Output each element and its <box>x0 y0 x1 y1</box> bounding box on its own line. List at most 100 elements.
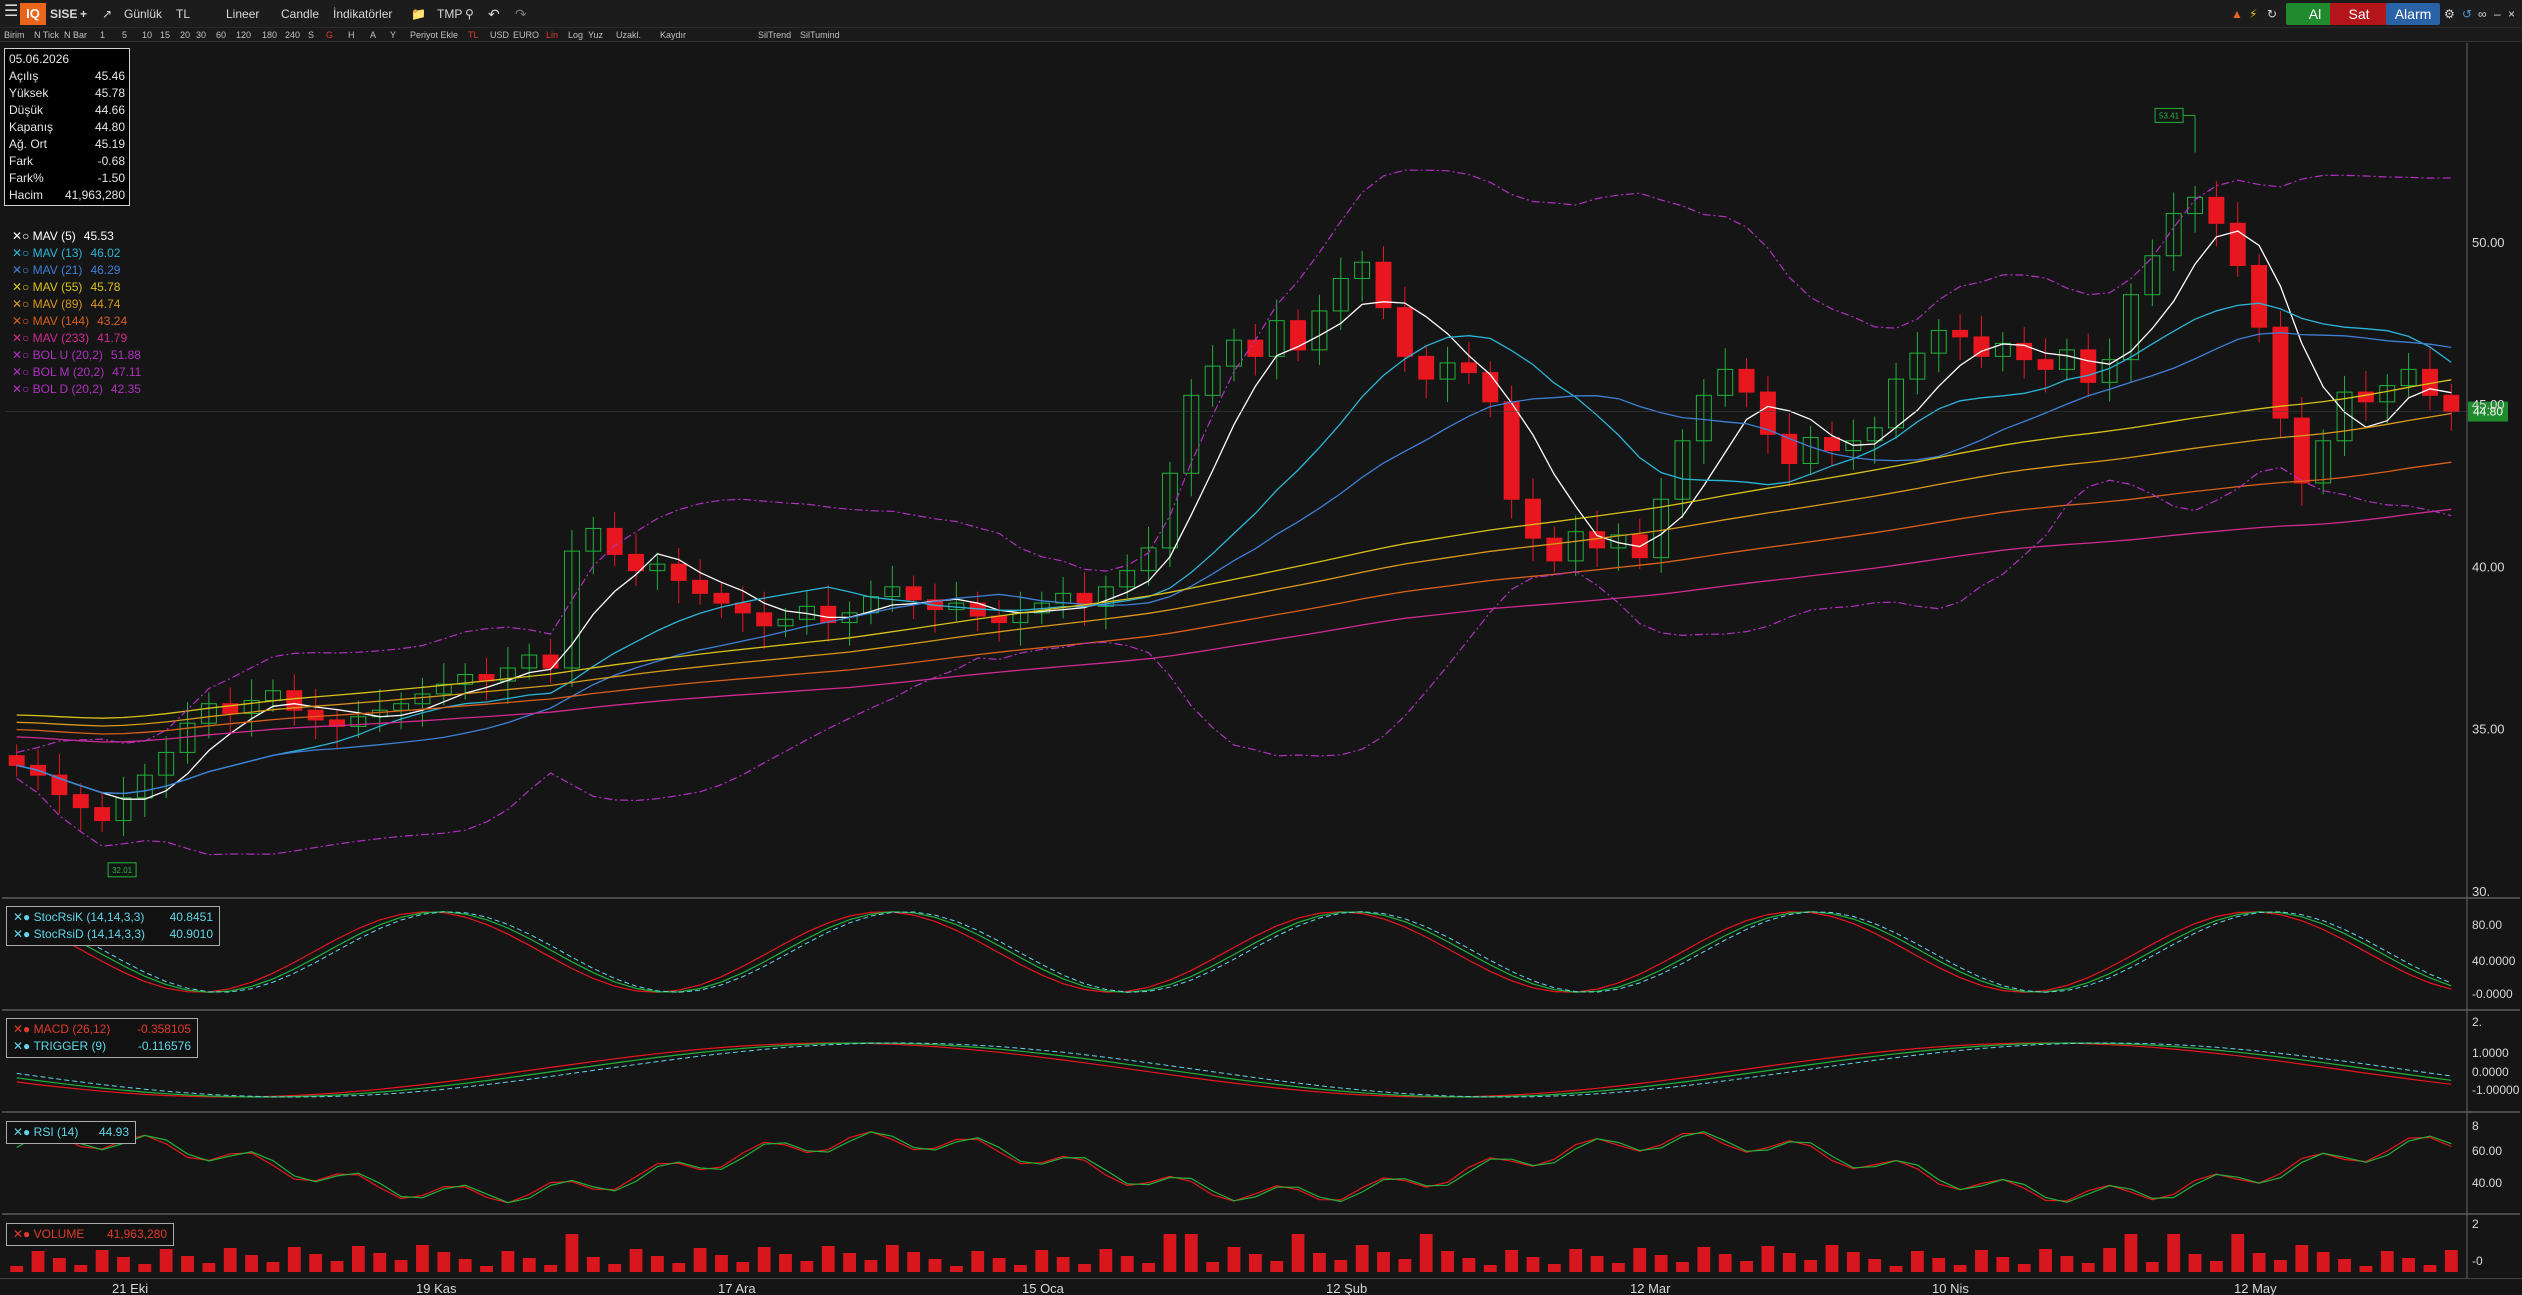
legend-row: ✕○ MAV (144) 43.24 <box>12 313 141 330</box>
candle-body <box>1525 498 1541 539</box>
volume-bar <box>2444 1250 2458 1272</box>
legend-row: ✕○ MAV (21) 46.29 <box>12 262 141 279</box>
indicator-axis-label: 2 <box>2472 1217 2479 1231</box>
info-value: -1.50 <box>97 171 125 185</box>
legend-label: MAV (13) <box>32 246 83 260</box>
volume-bar <box>2017 1264 2031 1272</box>
volume-bar <box>864 1260 878 1272</box>
volume-bar <box>2423 1265 2437 1272</box>
stoch-d-label: StocRsiD (14,14,3,3) <box>33 927 146 941</box>
macd-label: MACD (26,12) <box>33 1022 111 1036</box>
candle-body <box>1290 320 1307 351</box>
volume-bar <box>52 1258 66 1272</box>
volume-bar <box>287 1247 301 1272</box>
indicator-axis-label: -0 <box>2472 1254 2483 1268</box>
volume-bar <box>1676 1262 1689 1272</box>
candle-body <box>2251 264 2268 328</box>
volume-bar <box>2188 1254 2202 1272</box>
stoch-d-value: 40.9010 <box>169 927 213 941</box>
chart-canvas[interactable]: 44.8053.4132.0150.0045.0040.0035.0030.80… <box>0 0 2522 1295</box>
candle-body <box>1738 368 1755 393</box>
volume-bar <box>2124 1234 2138 1272</box>
volume-bar <box>1718 1254 1732 1272</box>
indicator-axis-label: 1.0000 <box>2472 1046 2509 1060</box>
remove-icon[interactable]: ✕○ <box>12 229 33 243</box>
remove-icon[interactable]: ✕● <box>13 1022 30 1036</box>
info-row: Yüksek 45.78 <box>9 85 125 102</box>
info-row: Düşük 44.66 <box>9 102 125 119</box>
volume-bar <box>416 1245 429 1272</box>
volume-bar <box>522 1258 536 1272</box>
volume-bar <box>1334 1260 1348 1272</box>
volume-bar <box>1975 1250 1988 1272</box>
volume-bar <box>1654 1255 1668 1272</box>
volume-bar <box>2380 1251 2394 1272</box>
remove-icon[interactable]: ✕○ <box>12 280 33 294</box>
candle-body <box>2272 326 2289 419</box>
volume-bar <box>672 1263 686 1272</box>
volume-bar <box>1355 1245 1369 1272</box>
volume-bar <box>1142 1263 1155 1272</box>
volume-bar <box>1740 1261 1753 1272</box>
remove-icon[interactable]: ✕● <box>13 1227 30 1241</box>
info-value: 45.78 <box>94 86 125 100</box>
volume-bar <box>1633 1248 1647 1272</box>
candle-body <box>1952 329 1969 338</box>
remove-icon[interactable]: ✕○ <box>12 331 33 345</box>
info-value: 45.46 <box>94 69 125 83</box>
remove-icon[interactable]: ✕● <box>13 1125 30 1139</box>
volume-bar <box>843 1253 856 1272</box>
volume-bar <box>1569 1249 1583 1272</box>
remove-icon[interactable]: ✕● <box>13 927 30 941</box>
volume-bar <box>2231 1234 2245 1272</box>
candle-body <box>713 592 730 604</box>
trigger-value: -0.116576 <box>137 1039 191 1053</box>
remove-icon[interactable]: ✕○ <box>12 348 33 362</box>
candle-body <box>734 602 751 614</box>
remove-icon[interactable]: ✕● <box>13 910 30 924</box>
volume-bar <box>1227 1247 1241 1272</box>
volume-bar <box>74 1265 88 1272</box>
legend-label: MAV (89) <box>32 297 83 311</box>
legend-label: BOL D (20,2) <box>32 382 103 396</box>
price-axis-label: 50.00 <box>2472 235 2505 250</box>
volume-bar <box>330 1261 344 1272</box>
info-label: Fark <box>9 154 33 168</box>
candle-body <box>2208 196 2225 224</box>
rsi-label: RSI (14) <box>33 1125 79 1139</box>
volume-bar <box>928 1259 942 1272</box>
info-row: Kapanış 44.80 <box>9 119 125 136</box>
info-value: 44.66 <box>94 103 125 117</box>
remove-icon[interactable]: ✕○ <box>12 314 33 328</box>
date-axis-label: 21 Eki <box>112 1281 149 1295</box>
volume-bar <box>1526 1257 1540 1272</box>
legend-label: BOL M (20,2) <box>32 365 105 379</box>
remove-icon[interactable]: ✕○ <box>12 297 33 311</box>
candle-body <box>1375 261 1392 309</box>
date-axis-label: 10 Nis <box>1932 1281 1969 1295</box>
volume-bar <box>2145 1262 2159 1272</box>
volume-bar <box>1270 1261 1284 1272</box>
legend-row: ✕○ MAV (5) 45.53 <box>12 228 141 245</box>
volume-bar <box>1313 1253 1326 1272</box>
remove-icon[interactable]: ✕○ <box>12 246 33 260</box>
info-row: Ağ. Ort 45.19 <box>9 136 125 153</box>
indicator-axis-label: 8 <box>2472 1119 2479 1133</box>
volume-bar <box>1377 1252 1390 1272</box>
candle-body <box>606 527 623 555</box>
volume-bar <box>2252 1253 2266 1272</box>
remove-icon[interactable]: ✕○ <box>12 365 33 379</box>
info-label: Yüksek <box>9 86 49 100</box>
volume-bar <box>10 1266 24 1272</box>
volume-bar <box>1996 1257 2010 1272</box>
candle-body <box>1247 339 1264 357</box>
volume-bar <box>1441 1251 1454 1272</box>
indicator-axis-label: 2. <box>2472 1015 2482 1029</box>
remove-icon[interactable]: ✕○ <box>12 382 33 396</box>
main-chart-panel <box>2 43 2466 898</box>
candle-body <box>94 807 111 822</box>
legend-row: ✕○ MAV (89) 44.74 <box>12 296 141 313</box>
remove-icon[interactable]: ✕● <box>13 1039 30 1053</box>
volume-bar <box>1825 1245 1839 1272</box>
remove-icon[interactable]: ✕○ <box>12 263 33 277</box>
